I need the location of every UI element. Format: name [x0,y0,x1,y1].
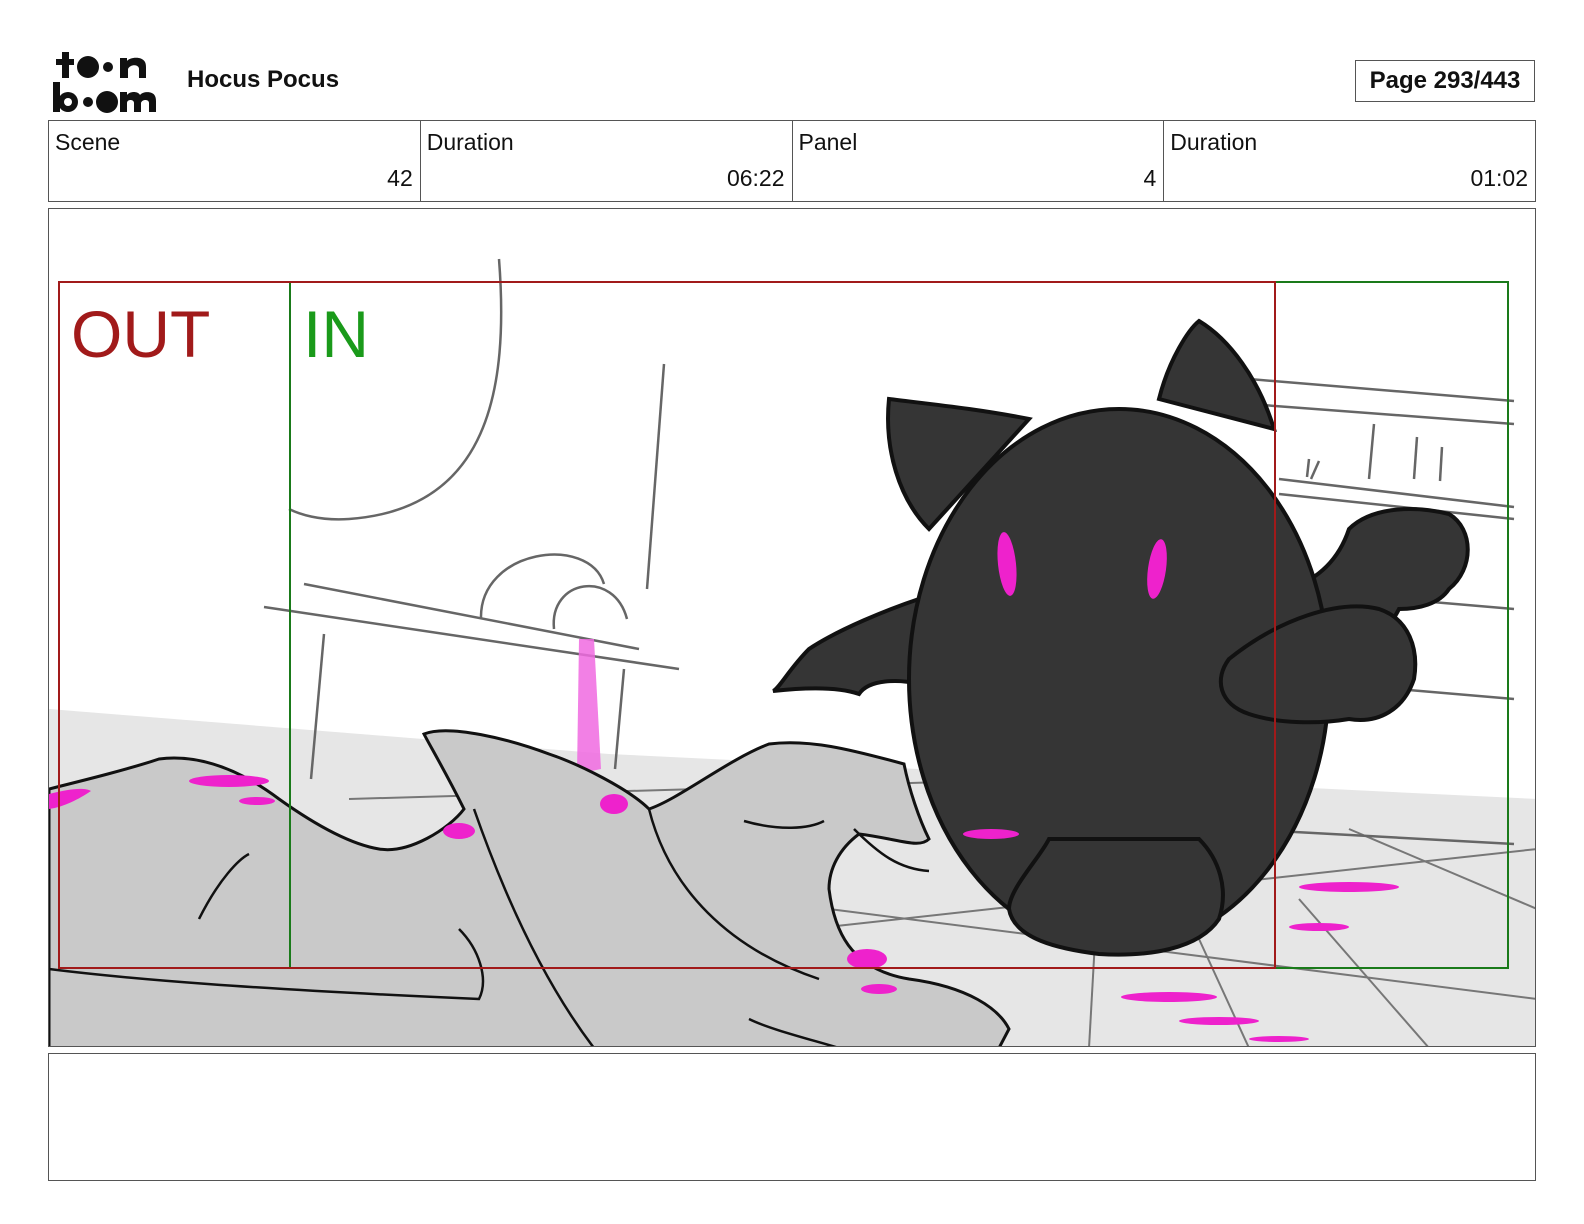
panel-duration-value: 01:02 [1470,165,1528,191]
out-frame-label: OUT [71,297,210,371]
scene-label: Scene [55,129,121,155]
scene-duration-label: Duration [426,129,514,155]
info-table: Scene 42 Duration 06:22 Panel 4 Duration… [48,120,1536,202]
panel-duration-label: Duration [1170,129,1258,155]
storyboard-panel: OUT IN [48,208,1536,1047]
scene-value: 42 [387,165,413,191]
scene-duration-value: 06:22 [726,165,785,191]
magenta-stream [577,639,601,774]
panel-duration-cell: Duration 01:02 [1164,121,1535,201]
scene-duration-cell: Duration 06:22 [421,121,793,201]
panel-drawing: OUT IN [49,258,1535,1046]
logo-lettering [53,52,156,113]
panel-notes [48,1053,1536,1181]
creature-ear-right [1156,318,1277,432]
creature-foot [1006,837,1225,957]
panel-label: Panel [798,129,858,155]
project-title: Hocus Pocus [187,66,340,93]
toonboom-logo [50,50,166,114]
in-frame-label: IN [303,297,369,371]
scene-cell: Scene 42 [49,121,421,201]
creature-wing-left [771,596,921,697]
panel-value: 4 [1143,165,1157,191]
page-indicator: Page 293/443 [1355,60,1535,102]
panel-cell: Panel 4 [793,121,1165,201]
